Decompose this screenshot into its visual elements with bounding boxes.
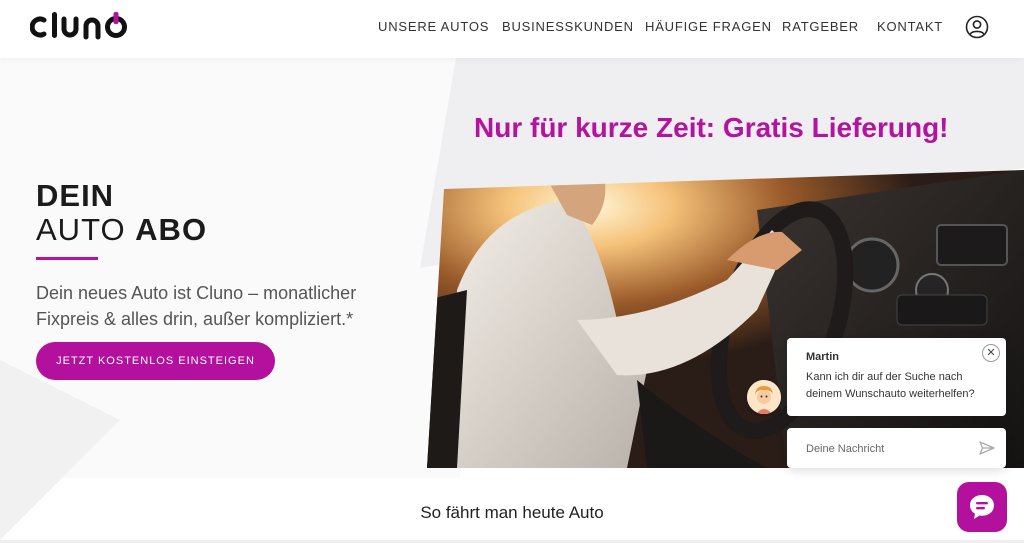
- start-free-button[interactable]: JETZT KOSTENLOS EINSTEIGEN: [36, 342, 275, 380]
- user-circle-icon[interactable]: [965, 15, 989, 39]
- hero-underline: [36, 257, 98, 260]
- nav-item-haeufige-fragen[interactable]: HÄUFIGE FRAGEN: [645, 19, 772, 34]
- close-icon[interactable]: ✕: [982, 344, 1000, 362]
- chat-agent-name: Martin: [806, 351, 839, 363]
- hero-title-light: AUTO: [36, 212, 136, 247]
- nav-item-kontakt[interactable]: KONTAKT: [877, 19, 943, 34]
- section-title: So fährt man heute Auto: [420, 503, 604, 522]
- chat-message-input[interactable]: [804, 439, 973, 459]
- nav-item-unsere-autos[interactable]: UNSERE AUTOS: [378, 19, 489, 34]
- hero-image-driver: [427, 170, 1024, 468]
- nav-item-businesskunden[interactable]: BUSINESSKUNDEN: [502, 19, 634, 34]
- hero-title-bold: ABO: [135, 212, 208, 247]
- chat-agent-avatar: [747, 380, 781, 414]
- chat-input-box: [787, 428, 1006, 468]
- chat-message-text: Kann ich dir auf der Suche nach deinem W…: [806, 371, 975, 400]
- send-icon[interactable]: [979, 440, 995, 456]
- chat-message-bubble: Martin Kann ich dir auf der Suche nach d…: [787, 338, 1006, 416]
- main-nav: UNSERE AUTOS BUSINESSKUNDEN HÄUFIGE FRAG…: [0, 19, 1024, 39]
- promo-headline: Nur für kurze Zeit: Gratis Lieferung!: [474, 112, 949, 143]
- nav-item-ratgeber[interactable]: RATGEBER: [782, 19, 859, 34]
- site-header: UNSERE AUTOS BUSINESSKUNDEN HÄUFIGE FRAG…: [0, 0, 1024, 58]
- hero-title-line2: AUTO ABO: [36, 212, 207, 248]
- hero-subtitle: Dein neues Auto ist Cluno – monatlicher …: [36, 283, 357, 329]
- hero-title-line1: DEIN: [36, 178, 115, 213]
